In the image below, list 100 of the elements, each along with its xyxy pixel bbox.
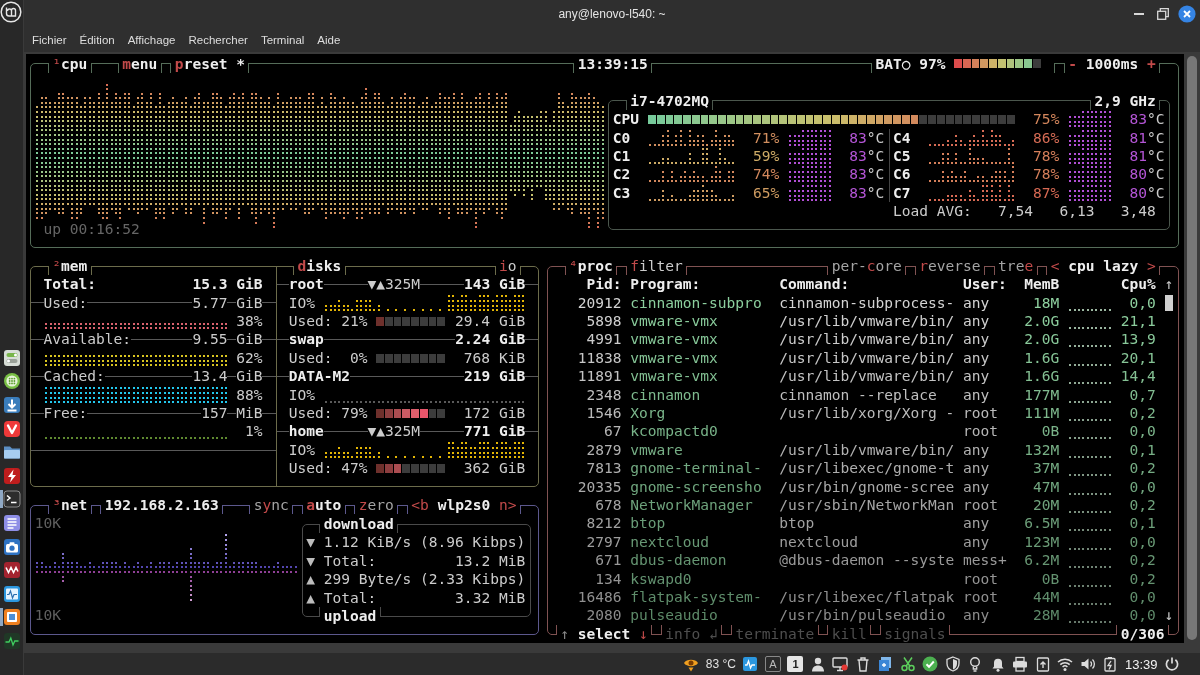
printer-icon[interactable] bbox=[1012, 656, 1029, 672]
launcher-button[interactable] bbox=[0, 608, 21, 627]
shield-icon[interactable] bbox=[944, 656, 961, 672]
io-option[interactable]: io bbox=[498, 256, 517, 276]
command-cell: /usr/lib/vmware/bin/ bbox=[779, 348, 955, 368]
pid-cell-text: 11838 bbox=[576, 348, 622, 368]
command-cell: /usr/lib/vmware/bin/ bbox=[779, 367, 955, 386]
program-cell-text: vmware-vmx bbox=[630, 367, 719, 386]
io-rate: ▼▲325M bbox=[367, 275, 421, 294]
menu-item[interactable]: Terminal bbox=[260, 34, 305, 46]
power-icon[interactable] bbox=[1164, 656, 1180, 672]
battery-icon[interactable] bbox=[1102, 656, 1119, 672]
check-icon[interactable] bbox=[922, 656, 939, 672]
toggle-option[interactable]: reverse bbox=[919, 256, 981, 276]
toggle-option[interactable]: per-core bbox=[831, 256, 902, 276]
memory-label: Used: bbox=[43, 293, 88, 313]
wifi-icon[interactable] bbox=[1057, 656, 1074, 672]
cpu-cell-text: 0,2 bbox=[1128, 459, 1156, 478]
sort-selector[interactable]: < cpu lazy > bbox=[1050, 256, 1156, 276]
total-value: 3.32 MiB bbox=[455, 588, 526, 607]
waveform-icon[interactable] bbox=[742, 656, 759, 672]
logo-icon[interactable] bbox=[0, 1, 22, 23]
disk-size: 771 GiB bbox=[463, 422, 526, 441]
menu-item[interactable]: Aide bbox=[317, 34, 341, 46]
clock-text: 13:39 bbox=[1124, 656, 1158, 672]
memory-cell-text: 6.2M bbox=[1023, 551, 1060, 570]
increase-button[interactable]: + bbox=[1146, 54, 1156, 73]
menu-item[interactable]: Rechercher bbox=[188, 34, 248, 46]
close-button[interactable] bbox=[1178, 5, 1196, 23]
user-cell-text: any bbox=[963, 367, 991, 386]
memory-cell-text: 28M bbox=[1032, 606, 1060, 625]
user-cell-text: any bbox=[963, 440, 991, 460]
core-percent: 78% bbox=[1032, 165, 1060, 184]
menu-item[interactable]: Fichier bbox=[32, 34, 67, 46]
battery-label: BAT○ 97% bbox=[875, 54, 946, 73]
memory-cell-text: 0B bbox=[1040, 569, 1060, 588]
program-cell-text: vmware-vmx bbox=[630, 330, 719, 349]
command-cell: /usr/sbin/NetworkMan bbox=[779, 495, 955, 515]
volume-icon[interactable] bbox=[1079, 656, 1096, 672]
menu-item[interactable]: Édition bbox=[79, 34, 115, 46]
cpu-history-graph bbox=[1069, 437, 1112, 440]
core-percent: 74% bbox=[751, 165, 780, 184]
cpu-history-graph bbox=[1069, 547, 1112, 550]
toggle-option[interactable]: tree bbox=[998, 256, 1034, 276]
scrollbar-thumb[interactable] bbox=[1165, 294, 1173, 311]
download-icon bbox=[3, 396, 21, 415]
header-option[interactable]: menu bbox=[122, 54, 158, 73]
core-percent: 87% bbox=[1032, 183, 1060, 203]
memory-cell-text: 18M bbox=[1032, 293, 1060, 313]
menu-item[interactable]: Affichage bbox=[127, 34, 176, 46]
disk-name: root bbox=[288, 275, 324, 294]
core-temperature: 80°C bbox=[1129, 183, 1165, 203]
program-cell-text: vmware-vmx bbox=[630, 312, 719, 331]
documents-icon[interactable] bbox=[877, 656, 894, 672]
toggle-option[interactable]: zero bbox=[358, 496, 394, 515]
temperature-graph bbox=[788, 184, 831, 201]
core-temperature: 80°C bbox=[1129, 165, 1165, 184]
pid-cell-text: 7813 bbox=[585, 459, 622, 478]
used-size: 172 GiB bbox=[462, 404, 526, 423]
core-temperature: 81°C bbox=[1129, 146, 1165, 166]
v-logo-icon bbox=[3, 419, 21, 438]
maximize-button[interactable] bbox=[1154, 5, 1172, 23]
pid-cell-text: 4991 bbox=[585, 330, 622, 349]
clipboard-icon[interactable] bbox=[1034, 656, 1051, 672]
command-cell: /usr/lib/xorg/Xorg - bbox=[779, 404, 955, 423]
workspace-button[interactable]: 1 bbox=[787, 656, 804, 672]
user-cell-text: any bbox=[963, 514, 991, 533]
display-icon[interactable] bbox=[832, 656, 849, 672]
toggle-option[interactable]: auto bbox=[306, 496, 342, 515]
command-cell: /usr/lib/vmware/bin/ bbox=[779, 312, 955, 331]
launcher-button[interactable] bbox=[0, 490, 21, 509]
cpu-history-graph bbox=[1069, 492, 1112, 495]
action-button[interactable]: ↑ select ↓ bbox=[560, 624, 648, 643]
user-icon[interactable] bbox=[809, 656, 826, 672]
cpu-history-graph bbox=[1069, 308, 1112, 311]
column-header: Cpu% bbox=[1119, 275, 1156, 294]
memory-percent: 62% bbox=[236, 348, 263, 368]
filter-option[interactable]: filter bbox=[630, 256, 683, 276]
memory-cell-text: 1.6G bbox=[1023, 367, 1060, 386]
header-option[interactable]: preset * bbox=[174, 54, 245, 73]
scrollbar-thumb[interactable] bbox=[1186, 56, 1197, 640]
scale-label: 10K bbox=[34, 514, 62, 533]
pid-cell-text: 67 bbox=[603, 422, 622, 441]
scissors-icon[interactable] bbox=[899, 656, 916, 672]
cpu-cell-text: 0,0 bbox=[1128, 422, 1156, 441]
temperature-graph bbox=[1069, 166, 1112, 183]
total-value: 15.3 GiB bbox=[192, 275, 263, 294]
toggle-option[interactable]: sync bbox=[253, 496, 289, 515]
memory-cell-text: 44M bbox=[1032, 587, 1060, 607]
temperature-graph bbox=[1069, 184, 1112, 201]
memory-label: Free: bbox=[43, 404, 88, 423]
decrease-button[interactable]: - bbox=[1068, 54, 1077, 73]
memory-percent: 38% bbox=[236, 312, 263, 331]
disk-size: 219 GiB bbox=[463, 367, 526, 386]
program-cell: gnome-screensho bbox=[630, 477, 762, 496]
pid-cell-text: 1546 bbox=[585, 404, 622, 423]
io-label: IO% bbox=[288, 440, 315, 460]
interface-selector[interactable]: <b wlp2s0 n> bbox=[411, 496, 517, 515]
command-cell: /usr/bin/gnome-scree bbox=[779, 477, 955, 496]
unit-text: GiB bbox=[236, 367, 263, 386]
